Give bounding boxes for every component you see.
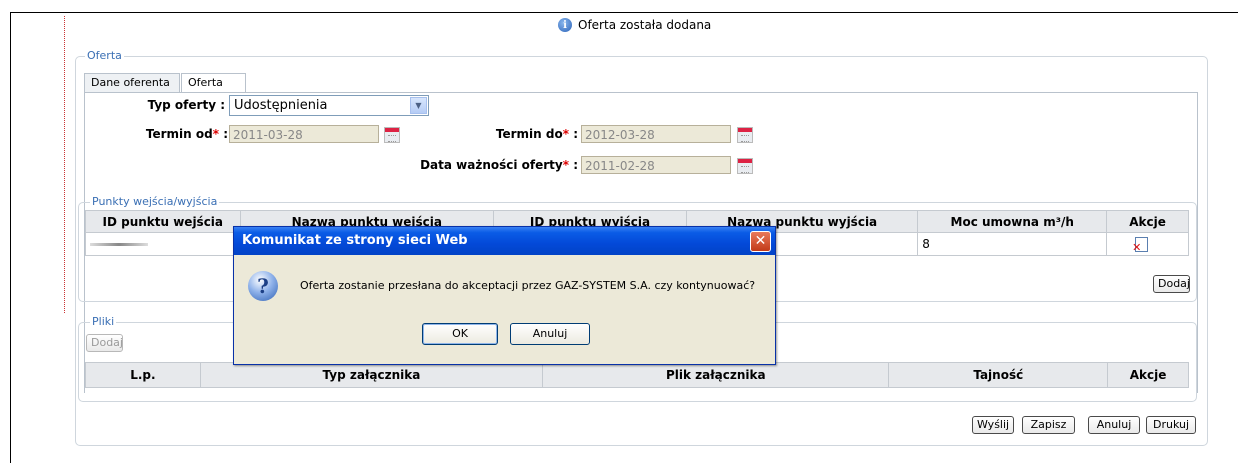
tab-oferta[interactable]: Oferta [181,73,246,93]
close-icon[interactable]: ✕ [750,231,771,252]
frame-left [10,12,11,463]
termin-do-input[interactable]: 2012-03-28 [581,125,731,143]
info-icon: i [558,18,572,32]
confirm-dialog: Komunikat ze strony sieci Web ✕ ? Oferta… [233,226,776,365]
col-header: L.p. [85,362,201,388]
ok-button[interactable]: OK [422,323,498,345]
typ-oferty-label: Typ oferty : [147,98,225,112]
chevron-down-icon[interactable]: ▼ [410,97,427,114]
data-waznosci-input[interactable]: 2011-02-28 [581,156,731,174]
col-header: Akcje [1106,210,1189,233]
add-point-button[interactable]: Dodaj [1153,275,1190,293]
notice-text: Oferta została dodana [578,18,712,32]
termin-do-label: Termin do* : [495,127,578,141]
termin-od-label: Termin od* : [145,127,228,141]
termin-od-input[interactable]: 2011-03-28 [229,125,379,143]
col-header: Akcje [1107,362,1189,388]
frame-top [10,12,1238,13]
col-header: Plik załącznika [542,362,890,388]
calendar-icon[interactable] [737,127,753,143]
calendar-icon[interactable] [737,158,753,174]
cancel-button[interactable]: Anuluj [1088,416,1140,434]
tab-label: Dane oferenta [91,76,170,89]
print-button[interactable]: Drukuj [1146,416,1196,434]
pliki-legend: Pliki [90,315,117,328]
col-header: Tajność [888,362,1109,388]
table-header-row: L.p. Typ załącznika Plik załącznika Tajn… [85,362,1189,388]
tab-label: Oferta [188,76,223,89]
question-icon: ? [248,271,278,301]
success-notice: i Oferta została dodana [558,16,711,34]
save-button[interactable]: Zapisz [1022,416,1075,434]
dialog-message: Oferta zostanie przesłana do akceptacji … [300,279,756,292]
calendar-icon[interactable] [384,127,400,143]
delete-document-icon[interactable] [1132,237,1149,254]
typ-oferty-value: Udostępnienia [234,98,328,113]
tab-dane-oferenta[interactable]: Dane oferenta [84,73,180,92]
files-table: L.p. Typ załącznika Plik załącznika Tajn… [85,362,1189,388]
cell-akcje [1106,232,1189,256]
typ-oferty-select[interactable]: Udostępnienia ▼ [229,95,429,116]
cell-id-wejscia [85,232,241,256]
col-header: Moc umowna m³/h [917,210,1108,233]
dotted-guide [64,16,65,313]
oferta-legend: Oferta [85,49,124,62]
dialog-cancel-button[interactable]: Anuluj [510,323,590,345]
send-button[interactable]: Wyślij [972,416,1014,434]
data-waznosci-label: Data ważności oferty* : [420,158,578,172]
dialog-title-bar[interactable]: Komunikat ze strony sieci Web ✕ [234,227,775,255]
add-file-button[interactable]: Dodaj [86,334,123,352]
cell-moc: 8 [917,232,1108,256]
col-header: Typ załącznika [199,362,544,388]
col-header: ID punktu wejścia [85,210,241,233]
punkty-legend: Punkty wejścia/wyjścia [90,195,220,208]
dialog-title: Komunikat ze strony sieci Web [242,233,468,248]
